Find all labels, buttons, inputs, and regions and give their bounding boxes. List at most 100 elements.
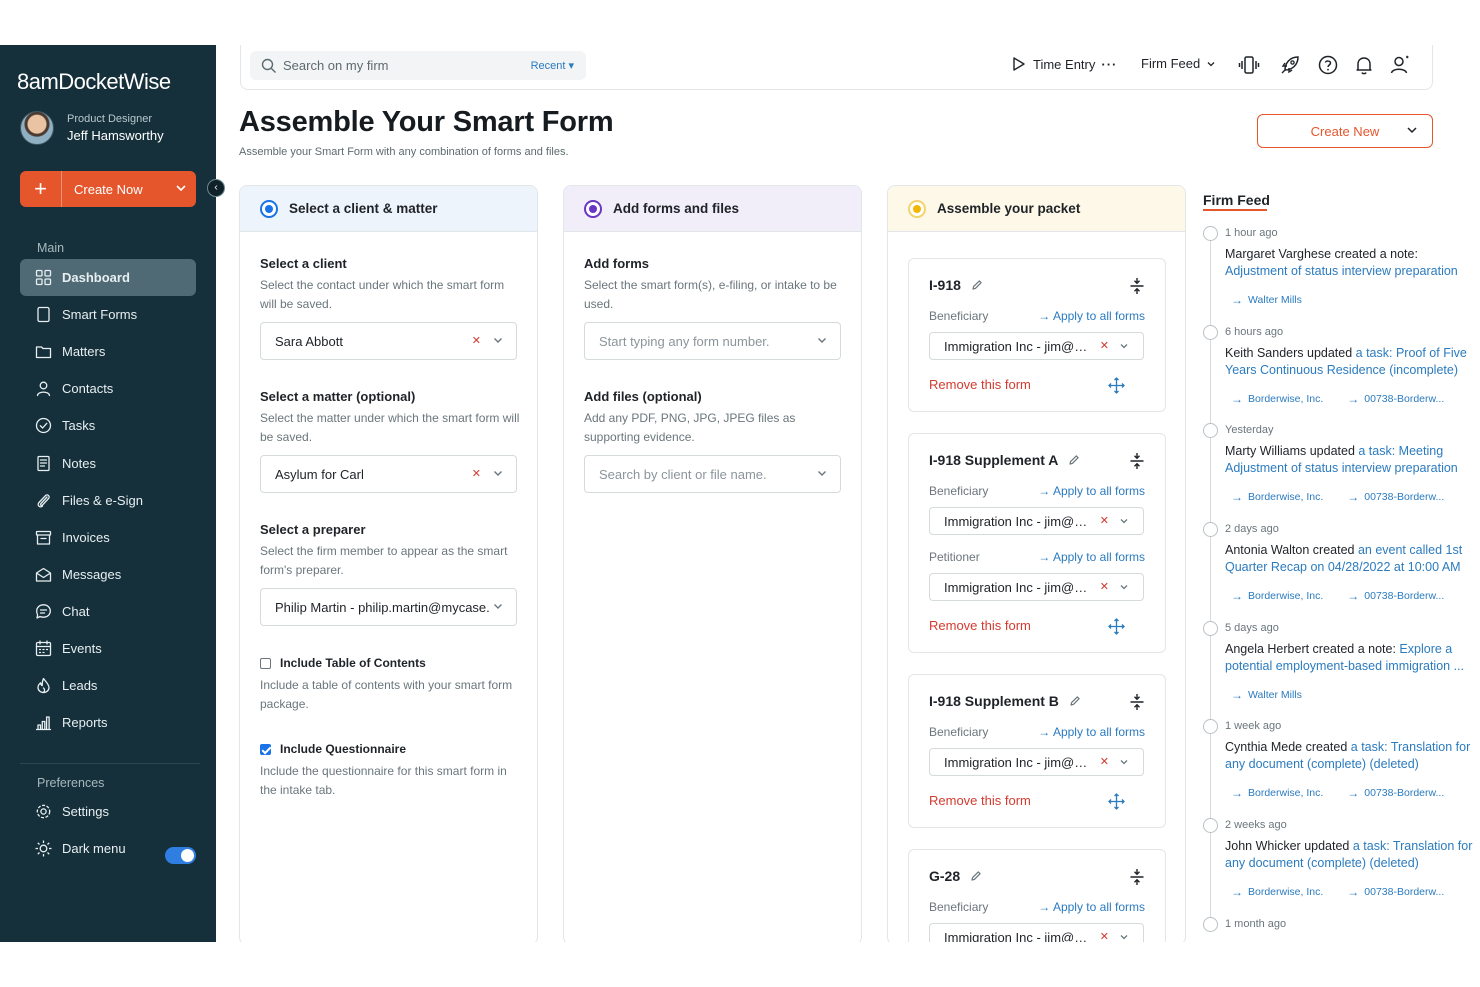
user-account-icon[interactable] [1389, 54, 1411, 76]
sidebar-item-files-e-sign[interactable]: Files & e-Sign [20, 482, 196, 519]
sidebar-item-leads[interactable]: Leads [20, 667, 196, 704]
remove-form-link[interactable]: Remove this form [929, 377, 1031, 392]
clear-icon[interactable]: ✕ [1100, 580, 1109, 593]
sidebar-item-label: Files & e-Sign [62, 492, 143, 508]
sidebar-item-notes[interactable]: Notes [20, 445, 196, 482]
role-contact-select[interactable]: Immigration Inc - jim@gl… ✕ [929, 507, 1144, 535]
collapse-card-icon[interactable] [1129, 693, 1145, 711]
apply-to-all-forms-link[interactable]: → Apply to all forms [1038, 550, 1145, 564]
sidebar-item-label: Contacts [62, 381, 114, 397]
clear-icon[interactable]: ✕ [472, 467, 481, 480]
files-select-placeholder: Search by client or file name. [599, 466, 767, 482]
apply-to-all-forms-link[interactable]: → Apply to all forms [1038, 309, 1145, 323]
sidebar-item-matters[interactable]: Matters [20, 333, 196, 370]
create-now-label: Create Now [74, 181, 143, 197]
forms-search-select[interactable]: Start typing any form number. [584, 322, 841, 360]
matter-select[interactable]: Asylum for Carl ✕ [260, 455, 517, 493]
clear-icon[interactable]: ✕ [1100, 339, 1109, 352]
firm-feed-title: Firm Feed [1203, 192, 1270, 208]
role-contact-select[interactable]: Immigration Inc - jim@gl… ✕ [929, 748, 1144, 776]
feed-tag-link[interactable]: → Borderwise, Inc. [1225, 389, 1329, 409]
sidebar-item-events[interactable]: Events [20, 630, 196, 667]
client-select[interactable]: Sara Abbott ✕ [260, 322, 517, 360]
arrow-right-icon: → [1347, 885, 1360, 899]
feed-tag-link[interactable]: → 00738-Borderw... [1341, 882, 1450, 902]
user-name: Jeff Hamsworthy [67, 128, 164, 143]
preparer-select[interactable]: Philip Martin - philip.martin@mycase.c [260, 588, 517, 626]
role-contact-select[interactable]: Immigration Inc - jim@gl… ✕ [929, 573, 1144, 601]
user-profile[interactable]: Product Designer Jeff Hamsworthy [20, 111, 164, 145]
feed-tag-link[interactable]: → Borderwise, Inc. [1225, 487, 1329, 507]
dark-menu-toggle[interactable] [165, 847, 196, 864]
feed-tag-link[interactable]: → Walter Mills [1225, 685, 1308, 705]
edit-pencil-icon[interactable] [970, 870, 982, 882]
edit-pencil-icon[interactable] [1069, 695, 1081, 707]
feed-tag-link[interactable]: → 00738-Borderw... [1341, 783, 1450, 803]
toc-checkbox[interactable] [260, 657, 271, 669]
sidebar-item-contacts[interactable]: Contacts [20, 370, 196, 407]
files-search-select[interactable]: Search by client or file name. [584, 455, 841, 493]
chevron-down-icon[interactable] [166, 182, 196, 197]
step-radio-icon [908, 199, 926, 218]
feed-link[interactable]: Adjustment of status interview preparati… [1225, 264, 1458, 278]
edit-pencil-icon[interactable] [1068, 454, 1080, 466]
remove-form-link[interactable]: Remove this form [929, 618, 1031, 633]
drag-move-icon[interactable] [1108, 377, 1125, 394]
role-contact-select[interactable]: Immigration Inc - jim@gl… ✕ [929, 923, 1144, 942]
clear-icon[interactable]: ✕ [472, 334, 481, 347]
feed-tag-link[interactable]: → 00738-Borderw... [1341, 389, 1450, 409]
sidebar-item-reports[interactable]: Reports [20, 704, 196, 741]
collapse-card-icon[interactable] [1129, 277, 1145, 295]
feed-tag-link[interactable]: → Walter Mills [1225, 290, 1308, 310]
collapse-card-icon[interactable] [1129, 452, 1145, 470]
sidebar-item-tasks[interactable]: Tasks [20, 407, 196, 444]
remove-form-link[interactable]: Remove this form [929, 793, 1031, 808]
edit-pencil-icon[interactable] [971, 279, 983, 291]
gear-icon [35, 803, 52, 820]
collapse-sidebar-button[interactable]: ‹ [207, 179, 225, 197]
feed-tag-link[interactable]: → 00738-Borderw... [1341, 487, 1450, 507]
collapse-card-icon[interactable] [1129, 868, 1145, 886]
bell-icon[interactable] [1353, 54, 1375, 76]
role-contact-select[interactable]: Immigration Inc - jim@gl… ✕ [929, 332, 1144, 360]
drag-move-icon[interactable] [1108, 793, 1125, 810]
sidebar-item-dashboard[interactable]: Dashboard [20, 259, 196, 296]
rocket-icon[interactable] [1279, 54, 1301, 76]
firm-feed-dropdown[interactable]: Firm Feed [1141, 56, 1216, 71]
clear-icon[interactable]: ✕ [1100, 514, 1109, 527]
create-new-button[interactable]: Create New [1257, 114, 1433, 148]
help-icon[interactable] [1317, 54, 1339, 76]
clear-icon[interactable]: ✕ [1100, 755, 1109, 768]
apply-to-all-forms-link[interactable]: → Apply to all forms [1038, 484, 1145, 498]
questionnaire-checkbox[interactable] [260, 743, 271, 755]
feed-tag-link[interactable]: → Borderwise, Inc. [1225, 586, 1329, 606]
apply-to-all-forms-link[interactable]: → Apply to all forms [1038, 725, 1145, 739]
feed-tag-link[interactable]: → Borderwise, Inc. [1225, 783, 1329, 803]
sidebar-item-settings[interactable]: Settings [20, 793, 196, 830]
sidebar-item-messages[interactable]: Messages [20, 556, 196, 593]
create-now-button[interactable]: + Create Now [20, 171, 196, 207]
feed-tag-link[interactable]: → 00738-Borderw... [1341, 586, 1450, 606]
sidebar-item-chat[interactable]: Chat [20, 593, 196, 630]
clear-icon[interactable]: ✕ [1100, 930, 1109, 942]
step-title: Add forms and files [613, 201, 740, 216]
recent-dropdown[interactable]: Recent ▾ [531, 59, 574, 72]
feed-tag-link[interactable]: → Borderwise, Inc. [1225, 882, 1329, 902]
sidebar-item-smart-forms[interactable]: Smart Forms [20, 296, 196, 333]
time-entry-button[interactable]: Time Entry ··· [1011, 56, 1117, 72]
envelope-icon [35, 566, 52, 583]
feed-tags: → Borderwise, Inc. → 00738-Borderw... [1225, 586, 1450, 606]
feed-text: Margaret Varghese created a note: Adjust… [1225, 247, 1458, 278]
questionnaire-checkbox-row[interactable]: Include Questionnaire [260, 742, 406, 756]
search-input[interactable] [283, 58, 513, 73]
vibrate-phone-icon[interactable] [1238, 54, 1260, 76]
timeline-dot [1203, 226, 1218, 241]
drag-move-icon[interactable] [1108, 618, 1125, 635]
apply-to-all-forms-link[interactable]: → Apply to all forms [1038, 900, 1145, 914]
search-bar[interactable]: Recent ▾ [250, 51, 586, 80]
sidebar-item-invoices[interactable]: Invoices [20, 519, 196, 556]
more-icon[interactable]: ··· [1101, 57, 1117, 72]
sidebar-item-label: Messages [62, 566, 122, 582]
toc-checkbox-row[interactable]: Include Table of Contents [260, 656, 426, 670]
app-logo[interactable]: 8amDocketWise [17, 69, 171, 95]
